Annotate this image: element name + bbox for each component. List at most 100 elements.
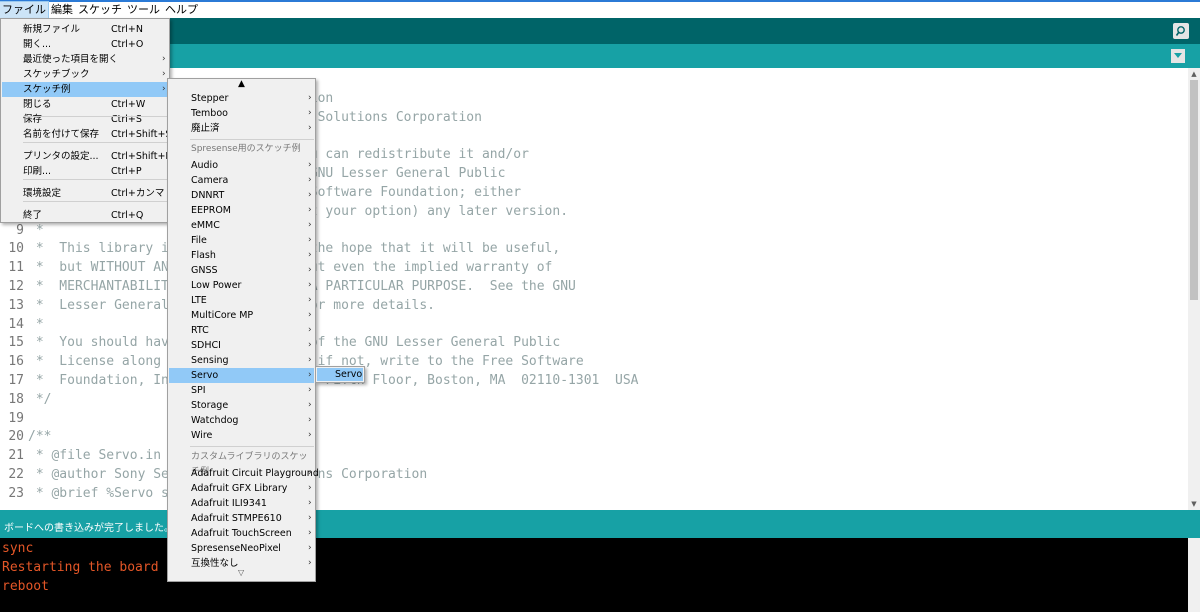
chevron-right-icon: ›	[308, 483, 312, 493]
chevron-right-icon: ›	[308, 370, 312, 380]
examples-menu-item[interactable]: Wire ›	[169, 428, 314, 443]
menu-item-label: eMMC	[191, 220, 220, 231]
examples-menu-item[interactable]: Adafruit Circuit Playground ›	[169, 466, 319, 481]
examples-menu-item[interactable]: Flash ›	[169, 248, 314, 263]
magnifier-icon	[1175, 26, 1185, 36]
examples-menu-item[interactable]: Camera ›	[169, 173, 314, 188]
examples-menu-item[interactable]: Low Power ›	[169, 278, 314, 293]
chevron-down-icon	[1174, 53, 1182, 58]
chevron-right-icon: ›	[308, 543, 312, 553]
file-menu-item[interactable]: 終了 Ctrl+Q	[2, 208, 168, 223]
file-menu-item[interactable]: 印刷... Ctrl+P	[2, 164, 168, 179]
code-text: * @brief %Servo s	[28, 485, 169, 501]
line-number: 18	[8, 391, 24, 407]
examples-menu-item[interactable]: Adafruit ILI9341 ›	[169, 496, 314, 511]
console-scrollbar[interactable]	[1188, 538, 1200, 612]
scroll-down-arrow[interactable]: ▼	[1188, 498, 1200, 510]
menu-item-label: Sensing	[191, 355, 229, 366]
menu-item-label: Low Power	[191, 280, 242, 291]
examples-menu-item[interactable]: Audio ›	[169, 158, 314, 173]
section-header: Spresense用のスケッチ例	[191, 144, 301, 154]
file-menu-item[interactable]: 最近使った項目を開く ›	[2, 52, 168, 67]
menu-item-label: SpresenseNeoPixel	[191, 543, 281, 554]
chevron-right-icon: ›	[162, 69, 166, 79]
menu-item-shortcut: Ctrl+W	[111, 99, 146, 110]
menu-file[interactable]: ファイル	[0, 1, 49, 19]
menu-item-label: 開く...	[23, 39, 52, 50]
menu-item-shortcut: Ctrl+P	[111, 166, 142, 177]
file-menu-item[interactable]: 新規ファイル Ctrl+N	[2, 22, 168, 37]
tab-bar	[0, 44, 1200, 68]
examples-menu-item[interactable]: 互換性なし ›	[169, 556, 314, 571]
menu-item-label: Temboo	[191, 108, 228, 119]
line-number: 9	[16, 222, 24, 238]
line-number: 12	[8, 279, 24, 294]
menu-separator	[23, 142, 167, 143]
scroll-up-arrow[interactable]: ▲	[1188, 68, 1200, 80]
file-menu-item[interactable]: 保存 Ctrl+S	[2, 112, 168, 127]
submenu-scroll-up-arrow[interactable]: ▲	[238, 79, 248, 89]
menu-item-label: Adafruit STMPE610	[191, 513, 282, 524]
menu-separator	[23, 179, 167, 180]
menu-item-label: 印刷...	[23, 166, 52, 177]
examples-menu-item[interactable]: Sensing ›	[169, 353, 314, 368]
examples-menu-item[interactable]: RTC ›	[169, 323, 314, 338]
examples-menu-item[interactable]: Adafruit STMPE610 ›	[169, 511, 314, 526]
chevron-right-icon: ›	[308, 280, 312, 290]
examples-menu-item[interactable]: MultiCore MP ›	[169, 308, 314, 323]
menu-item-shortcut: Ctrl+S	[111, 114, 142, 125]
chevron-right-icon: ›	[308, 498, 312, 508]
code-text: * @file Servo.in	[28, 448, 162, 464]
menu-separator	[23, 201, 167, 202]
chevron-right-icon: ›	[308, 265, 312, 275]
examples-menu-item[interactable]: 廃止済 ›	[169, 121, 314, 136]
examples-menu-item[interactable]: Stepper ›	[169, 91, 314, 106]
menu-sketch[interactable]: スケッチ	[76, 2, 124, 18]
editor-scrollbar[interactable]: ▲ ▼	[1188, 68, 1200, 510]
menu-item-label: スケッチ例	[23, 84, 71, 95]
file-menu-item[interactable]: プリンタの設定... Ctrl+Shift+P	[2, 149, 171, 164]
examples-menu-item[interactable]: SDHCI ›	[169, 338, 314, 353]
scrollbar-thumb[interactable]	[1190, 80, 1198, 300]
examples-menu-item[interactable]: Storage ›	[169, 398, 314, 413]
chevron-right-icon: ›	[308, 513, 312, 523]
examples-menu-item[interactable]: Watchdog ›	[169, 413, 314, 428]
file-menu-item[interactable]: スケッチ例 ›	[2, 82, 168, 97]
examples-menu-item[interactable]: Temboo ›	[169, 106, 314, 121]
menu-item-label: 終了	[23, 210, 43, 221]
file-menu-item[interactable]: 開く... Ctrl+O	[2, 37, 168, 52]
line-number: 11	[8, 260, 24, 276]
examples-menu-item[interactable]: eMMC ›	[169, 218, 314, 233]
menu-item-label: 環境設定	[23, 188, 62, 199]
menu-item-label: MultiCore MP	[191, 310, 254, 321]
examples-menu-item[interactable]: SPI ›	[169, 383, 314, 398]
examples-menu-item[interactable]: DNNRT ›	[169, 188, 314, 203]
menu-help[interactable]: ヘルプ	[163, 2, 200, 18]
tab-menu-button[interactable]	[1171, 49, 1185, 63]
examples-menu-item[interactable]: LTE ›	[169, 293, 314, 308]
examples-menu-item[interactable]: File ›	[169, 233, 314, 248]
menu-item-label: Watchdog	[191, 415, 239, 426]
examples-menu-item[interactable]: EEPROM ›	[169, 203, 314, 218]
menu-item-label: Flash	[191, 250, 216, 261]
examples-menu-item[interactable]: Adafruit TouchScreen ›	[169, 526, 314, 541]
file-menu-item[interactable]: 名前を付けて保存 Ctrl+Shift+S	[2, 127, 171, 142]
menu-item-label: Servo	[335, 369, 363, 380]
chevron-right-icon: ›	[308, 528, 312, 538]
submenu-item-servo-example[interactable]: Servo	[317, 368, 363, 381]
chevron-right-icon: ›	[308, 250, 312, 260]
examples-menu-item[interactable]: GNSS ›	[169, 263, 314, 278]
chevron-right-icon: ›	[308, 295, 312, 305]
chevron-right-icon: ›	[308, 558, 312, 568]
menu-item-label: Camera	[191, 175, 229, 186]
menu-edit[interactable]: 編集	[49, 2, 75, 18]
examples-menu-item[interactable]: Servo ›	[169, 368, 314, 383]
file-menu-item[interactable]: 閉じる Ctrl+W	[2, 97, 168, 112]
serial-monitor-button[interactable]	[1173, 23, 1189, 39]
menu-tools[interactable]: ツール	[125, 2, 162, 18]
file-menu-item[interactable]: 環境設定 Ctrl+カンマ	[2, 186, 168, 201]
examples-menu-item[interactable]: Adafruit GFX Library ›	[169, 481, 314, 496]
examples-menu-item[interactable]: SpresenseNeoPixel ›	[169, 541, 314, 556]
file-menu-item[interactable]: スケッチブック ›	[2, 67, 168, 82]
menu-item-label: EEPROM	[191, 205, 232, 216]
